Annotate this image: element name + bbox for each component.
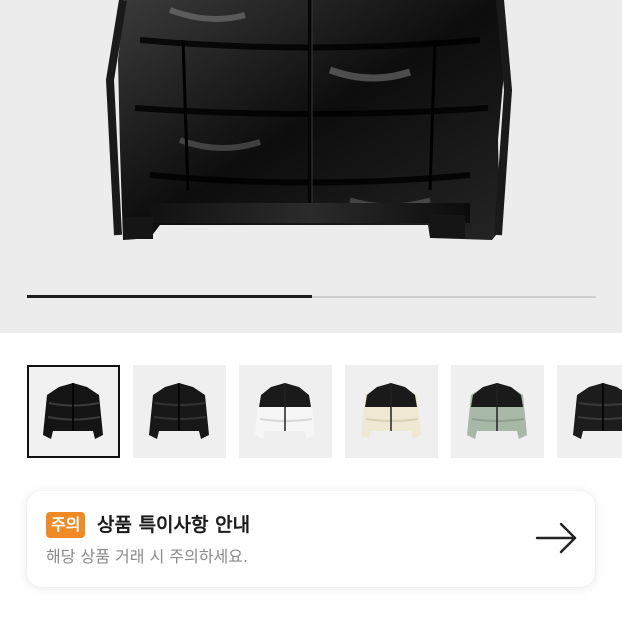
thumbnail-matte-black[interactable] bbox=[133, 365, 226, 458]
gallery-progress-fill bbox=[27, 295, 312, 298]
product-hero-image[interactable] bbox=[0, 0, 622, 333]
thumbnail-white-black[interactable] bbox=[239, 365, 332, 458]
thumbnail-glossy-black[interactable] bbox=[27, 365, 120, 458]
thumbnail-black[interactable] bbox=[557, 365, 622, 458]
notice-subtitle: 해당 상품 거래 시 주의하세요. bbox=[46, 547, 249, 566]
gallery-progress-track bbox=[27, 295, 596, 298]
product-notice-card[interactable]: 주의 상품 특이사항 안내 해당 상품 거래 시 주의하세요. bbox=[27, 491, 595, 587]
arrow-right-icon[interactable] bbox=[535, 521, 579, 555]
thumbnail-cream-black[interactable] bbox=[345, 365, 438, 458]
notice-title: 상품 특이사항 안내 bbox=[97, 514, 251, 536]
caution-badge: 주의 bbox=[46, 512, 86, 538]
thumbnail-sage-black[interactable] bbox=[451, 365, 544, 458]
thumbnail-strip[interactable] bbox=[0, 365, 622, 460]
